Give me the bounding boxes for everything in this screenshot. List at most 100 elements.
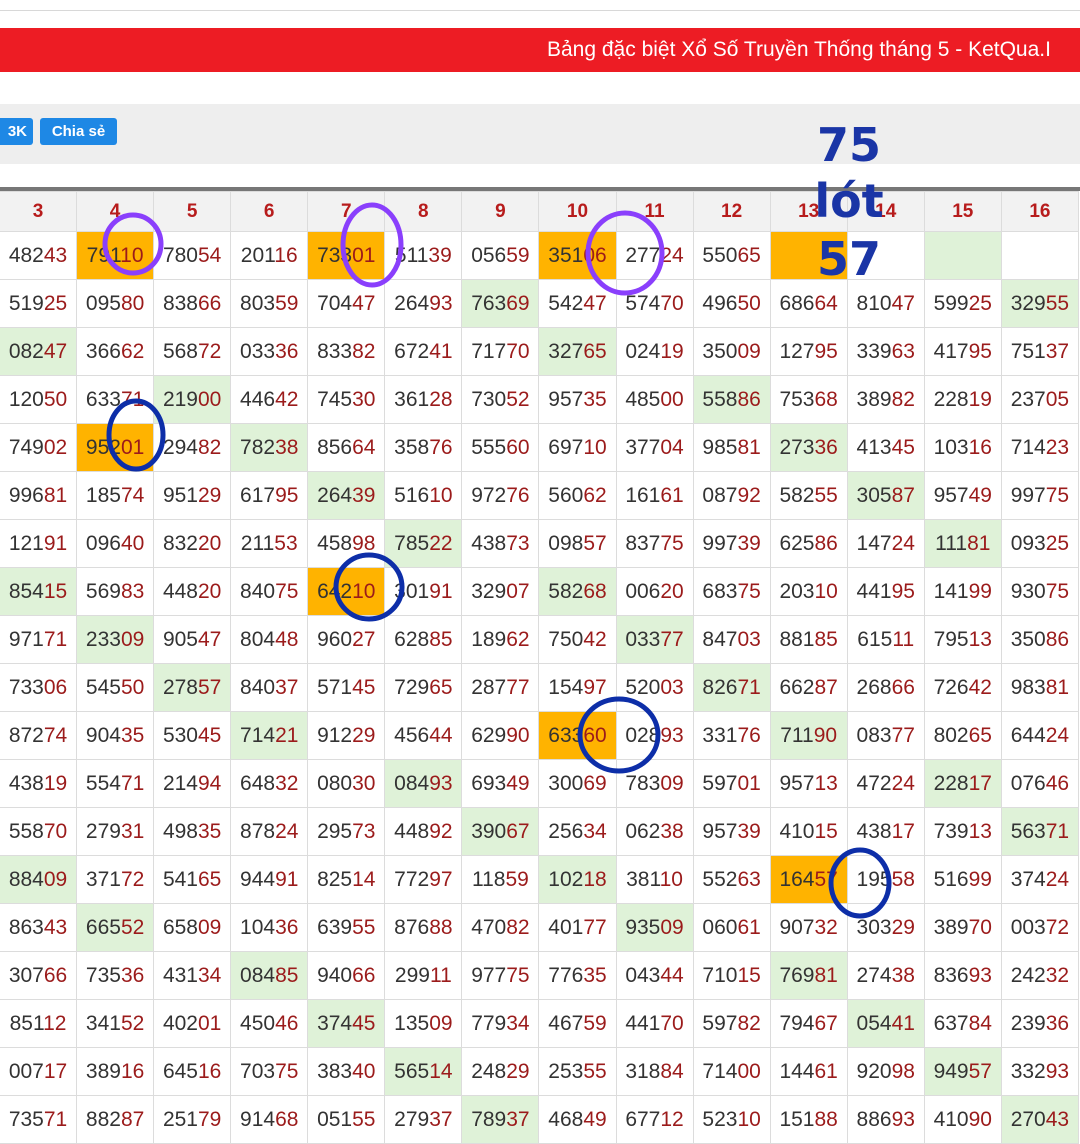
- result-number: 79513: [933, 627, 992, 651]
- result-cell: 99681: [0, 471, 78, 520]
- result-number: 28777: [471, 675, 530, 699]
- result-cell: 72965: [384, 663, 463, 712]
- result-cell: 87274: [0, 711, 78, 760]
- table-row: 86343 66552 65809 10436 63955 87688 47082 40177…: [0, 903, 1080, 952]
- result-number: 77934: [471, 1011, 530, 1035]
- result-cell: 36128: [384, 375, 463, 424]
- result-number: 54550: [85, 675, 145, 699]
- result-number: 74902: [8, 435, 68, 459]
- result-number: 38970: [933, 915, 992, 939]
- annotation-lot: lót: [814, 174, 884, 228]
- result-number: 78522: [394, 531, 453, 555]
- result-cell: 99775: [1000, 471, 1080, 520]
- result-number: 43134: [162, 963, 222, 987]
- result-cell: 72642: [923, 663, 1002, 712]
- result-number: 47082: [471, 915, 530, 939]
- result-number: 67712: [625, 1107, 684, 1131]
- result-cell: [923, 231, 1002, 280]
- result-number: 32907: [471, 579, 530, 603]
- result-number: 49835: [162, 819, 222, 843]
- result-number: 71400: [702, 1059, 761, 1083]
- result-number: 95201: [85, 435, 145, 459]
- result-number: 55263: [702, 867, 761, 891]
- result-cell: 39067: [461, 807, 540, 856]
- result-cell: 45644: [384, 711, 463, 760]
- result-number: 83775: [625, 531, 684, 555]
- column-header: 5: [153, 191, 232, 232]
- result-number: 30069: [548, 771, 607, 795]
- result-cell: 56514: [384, 1047, 463, 1096]
- result-cell: 35876: [384, 423, 463, 472]
- result-cell: 84075: [230, 567, 309, 616]
- result-cell: 37704: [615, 423, 694, 472]
- result-cell: 26866: [846, 663, 925, 712]
- result-cell: 73306: [0, 663, 78, 712]
- result-number: 94491: [240, 867, 299, 891]
- result-number: 32765: [548, 339, 607, 363]
- result-number: 18574: [85, 483, 145, 507]
- result-number: 24829: [471, 1059, 530, 1083]
- result-cell: 78238: [230, 423, 309, 472]
- result-cell: 77635: [538, 951, 617, 1000]
- result-cell: 22817: [923, 759, 1002, 808]
- result-cell: 73913: [923, 807, 1002, 856]
- 3k-button[interactable]: 3K: [0, 118, 33, 145]
- result-number: 25634: [548, 819, 607, 843]
- result-number: 06238: [625, 819, 684, 843]
- result-cell: 54550: [76, 663, 155, 712]
- column-header: 16: [1000, 191, 1080, 232]
- result-number: 44195: [856, 579, 915, 603]
- result-cell: 43817: [846, 807, 925, 856]
- result-cell: 10218: [538, 855, 617, 904]
- result-number: 54247: [548, 291, 607, 315]
- result-number: 35086: [1010, 627, 1070, 651]
- column-header: 12: [692, 191, 771, 232]
- result-number: 64210: [317, 579, 376, 603]
- column-header: 6: [230, 191, 309, 232]
- result-number: 98581: [702, 435, 761, 459]
- result-cell: 02893: [615, 711, 694, 760]
- result-number: 99775: [1010, 483, 1070, 507]
- result-number: 58268: [548, 579, 607, 603]
- result-cell: 44642: [230, 375, 309, 424]
- result-cell: 90547: [153, 615, 232, 664]
- result-cell: 73571: [0, 1095, 78, 1144]
- result-cell: 63955: [307, 903, 386, 952]
- result-cell: 99739: [692, 519, 771, 568]
- result-cell: 73301: [307, 231, 386, 280]
- result-cell: 80359: [230, 279, 309, 328]
- result-cell: 14724: [846, 519, 925, 568]
- column-header: 7: [307, 191, 386, 232]
- result-number: 30191: [394, 579, 453, 603]
- result-number: 88185: [779, 627, 838, 651]
- result-cell: 47224: [846, 759, 925, 808]
- result-number: 91468: [240, 1107, 299, 1131]
- result-number: 11859: [471, 867, 529, 891]
- result-cell: 71421: [230, 711, 309, 760]
- result-number: 69710: [548, 435, 607, 459]
- result-cell: 35086: [1000, 615, 1080, 664]
- result-cell: 09857: [538, 519, 617, 568]
- share-button[interactable]: Chia sẻ: [40, 118, 117, 145]
- result-cell: 74902: [0, 423, 78, 472]
- result-number: 31884: [625, 1059, 684, 1083]
- result-cell: 66287: [769, 663, 848, 712]
- result-number: 46759: [548, 1011, 607, 1035]
- result-cell: 71015: [692, 951, 771, 1000]
- result-number: 29482: [162, 435, 222, 459]
- result-number: 88287: [85, 1107, 145, 1131]
- result-cell: 56983: [76, 567, 155, 616]
- result-cell: 78054: [153, 231, 232, 280]
- result-number: 81047: [856, 291, 915, 315]
- result-cell: 82514: [307, 855, 386, 904]
- result-number: 30766: [8, 963, 68, 987]
- result-number: 56062: [548, 483, 607, 507]
- result-cell: 38916: [76, 1047, 155, 1096]
- result-cell: 37172: [76, 855, 155, 904]
- result-number: 83866: [162, 291, 222, 315]
- result-cell: 77934: [461, 999, 540, 1048]
- result-number: 70447: [317, 291, 376, 315]
- result-number: 90547: [162, 627, 222, 651]
- result-cell: 44195: [846, 567, 925, 616]
- result-cell: 46759: [538, 999, 617, 1048]
